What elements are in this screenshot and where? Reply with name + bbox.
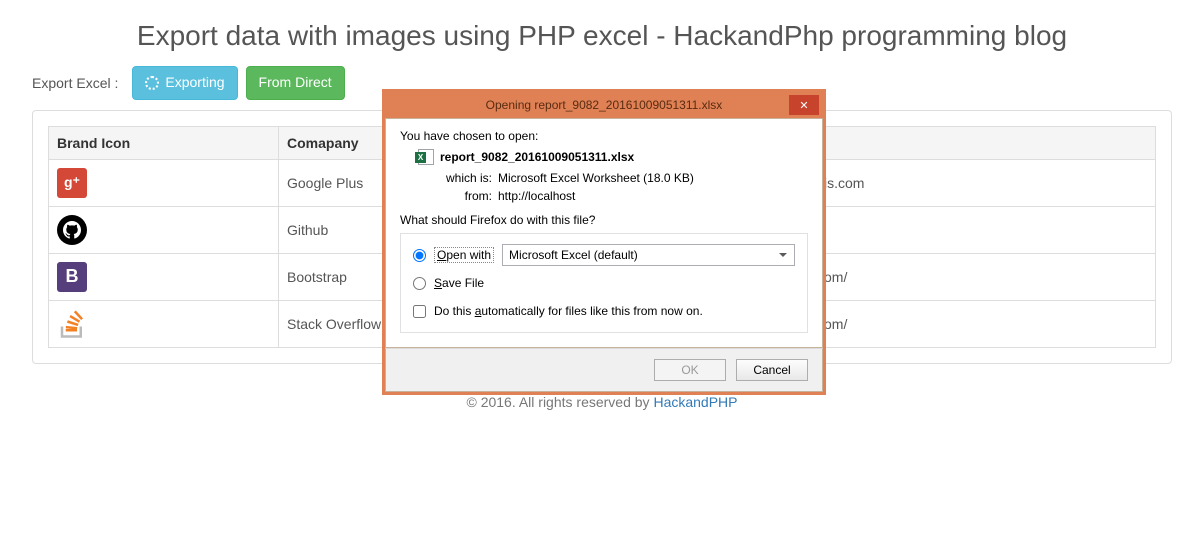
cancel-button[interactable]: Cancel bbox=[736, 359, 808, 381]
exporting-button[interactable]: Exporting bbox=[132, 66, 237, 100]
auto-checkbox[interactable] bbox=[413, 305, 426, 318]
footer-link[interactable]: HackandPHP bbox=[653, 394, 737, 410]
auto-pre: Do this bbox=[434, 304, 475, 318]
open-with-select[interactable]: Microsoft Excel (default) bbox=[502, 244, 795, 266]
auto-label[interactable]: Do this automatically for files like thi… bbox=[434, 304, 703, 318]
from-label: from: bbox=[440, 189, 492, 203]
url-cell bbox=[816, 206, 1156, 253]
export-label: Export Excel : bbox=[32, 75, 118, 91]
which-is-label: which is: bbox=[440, 171, 492, 185]
dialog-title: Opening report_9082_20161009051311.xlsx bbox=[486, 98, 723, 112]
from-direct-button-label: From Direct bbox=[259, 73, 332, 93]
save-file-mnemonic: S bbox=[434, 276, 442, 290]
dialog-options: Open with Microsoft Excel (default) Save… bbox=[400, 233, 808, 333]
dialog-prompt: You have chosen to open: bbox=[400, 129, 808, 143]
page-title: Export data with images using PHP excel … bbox=[32, 20, 1172, 52]
url-cell: om/ bbox=[816, 253, 1156, 300]
from-value: http://localhost bbox=[498, 189, 575, 203]
save-file-text: ave File bbox=[442, 276, 484, 290]
download-dialog: Opening report_9082_20161009051311.xlsx … bbox=[385, 92, 823, 392]
open-with-text: pen with bbox=[446, 248, 491, 262]
save-file-radio[interactable] bbox=[413, 277, 426, 290]
url-cell: om/ bbox=[816, 300, 1156, 347]
excel-file-icon: X bbox=[418, 149, 434, 165]
stackoverflow-icon bbox=[57, 309, 87, 339]
col-brand-icon: Brand Icon bbox=[49, 126, 279, 159]
dialog-filename: report_9082_20161009051311.xlsx bbox=[440, 150, 634, 164]
from-direct-button[interactable]: From Direct bbox=[246, 66, 345, 100]
footer: © 2016. All rights reserved by HackandPH… bbox=[32, 384, 1172, 450]
exporting-button-label: Exporting bbox=[165, 73, 224, 93]
github-icon bbox=[57, 215, 87, 245]
spinner-icon bbox=[145, 76, 159, 90]
url-cell: is.com bbox=[816, 159, 1156, 206]
save-file-label[interactable]: Save File bbox=[434, 276, 484, 290]
bootstrap-icon: B bbox=[57, 262, 87, 292]
google-plus-icon: g⁺ bbox=[57, 168, 87, 198]
open-with-label[interactable]: Open with bbox=[434, 247, 494, 263]
ok-button[interactable]: OK bbox=[654, 359, 726, 381]
footer-text: © 2016. All rights reserved by bbox=[466, 394, 653, 410]
which-is-value: Microsoft Excel Worksheet (18.0 KB) bbox=[498, 171, 694, 185]
auto-post: utomatically for files like this from no… bbox=[481, 304, 702, 318]
col-url bbox=[816, 126, 1156, 159]
dialog-titlebar[interactable]: Opening report_9082_20161009051311.xlsx … bbox=[385, 92, 823, 118]
open-with-radio[interactable] bbox=[413, 249, 426, 262]
open-with-mnemonic: O bbox=[437, 248, 446, 262]
close-icon[interactable]: ✕ bbox=[789, 95, 819, 115]
open-with-app: Microsoft Excel (default) bbox=[509, 248, 638, 262]
dialog-question: What should Firefox do with this file? bbox=[400, 213, 808, 227]
